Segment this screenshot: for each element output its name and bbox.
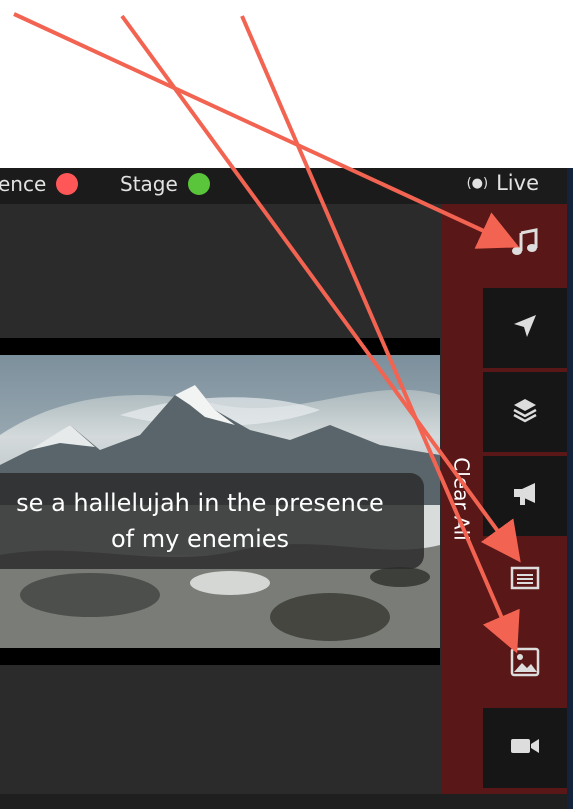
clear-all-button[interactable]: Clear All	[441, 204, 483, 794]
slide-text-icon	[510, 566, 540, 594]
clear-panel: Clear All	[441, 204, 567, 794]
clear-audio-button[interactable]	[483, 204, 567, 284]
layers-icon	[511, 396, 539, 428]
output-status-bar: ence Stage (●) Live	[0, 168, 573, 204]
presenter-window: ence Stage (●) Live se a hallelujah in t…	[0, 168, 573, 809]
send-arrow-icon	[512, 313, 538, 343]
video-camera-icon	[509, 735, 541, 761]
live-label: Live	[496, 171, 539, 195]
clear-announcements-button[interactable]	[483, 456, 567, 536]
clear-live-video-button[interactable]	[483, 708, 567, 788]
clear-messages-button[interactable]	[483, 288, 567, 368]
music-note-icon	[510, 227, 540, 261]
stage-status[interactable]: Stage	[120, 172, 210, 196]
lyric-line-1: se a hallelujah in the presence	[16, 489, 384, 517]
live-status[interactable]: (●) Live	[467, 171, 539, 195]
broadcast-icon: (●)	[466, 175, 489, 191]
mountain-background-image: se a hallelujah in the presence of my en…	[0, 355, 440, 648]
adjacent-window-edge	[567, 168, 573, 809]
clear-media-button[interactable]	[483, 624, 567, 704]
stage-label: Stage	[120, 172, 178, 196]
lyric-caption: se a hallelujah in the presence of my en…	[0, 473, 424, 569]
audience-status[interactable]: ence	[0, 172, 79, 196]
clear-slide-button[interactable]	[483, 540, 567, 620]
lyric-line-2: of my enemies	[110, 525, 290, 553]
output-preview[interactable]: se a hallelujah in the presence of my en…	[0, 338, 440, 665]
clear-props-button[interactable]	[483, 372, 567, 452]
bottom-toolbar	[0, 794, 567, 809]
audience-status-dot	[56, 173, 79, 195]
clear-all-label: Clear All	[450, 457, 474, 541]
audience-label: ence	[0, 172, 47, 196]
megaphone-icon	[511, 481, 539, 511]
image-icon	[510, 647, 540, 681]
stage-status-dot	[187, 173, 210, 195]
